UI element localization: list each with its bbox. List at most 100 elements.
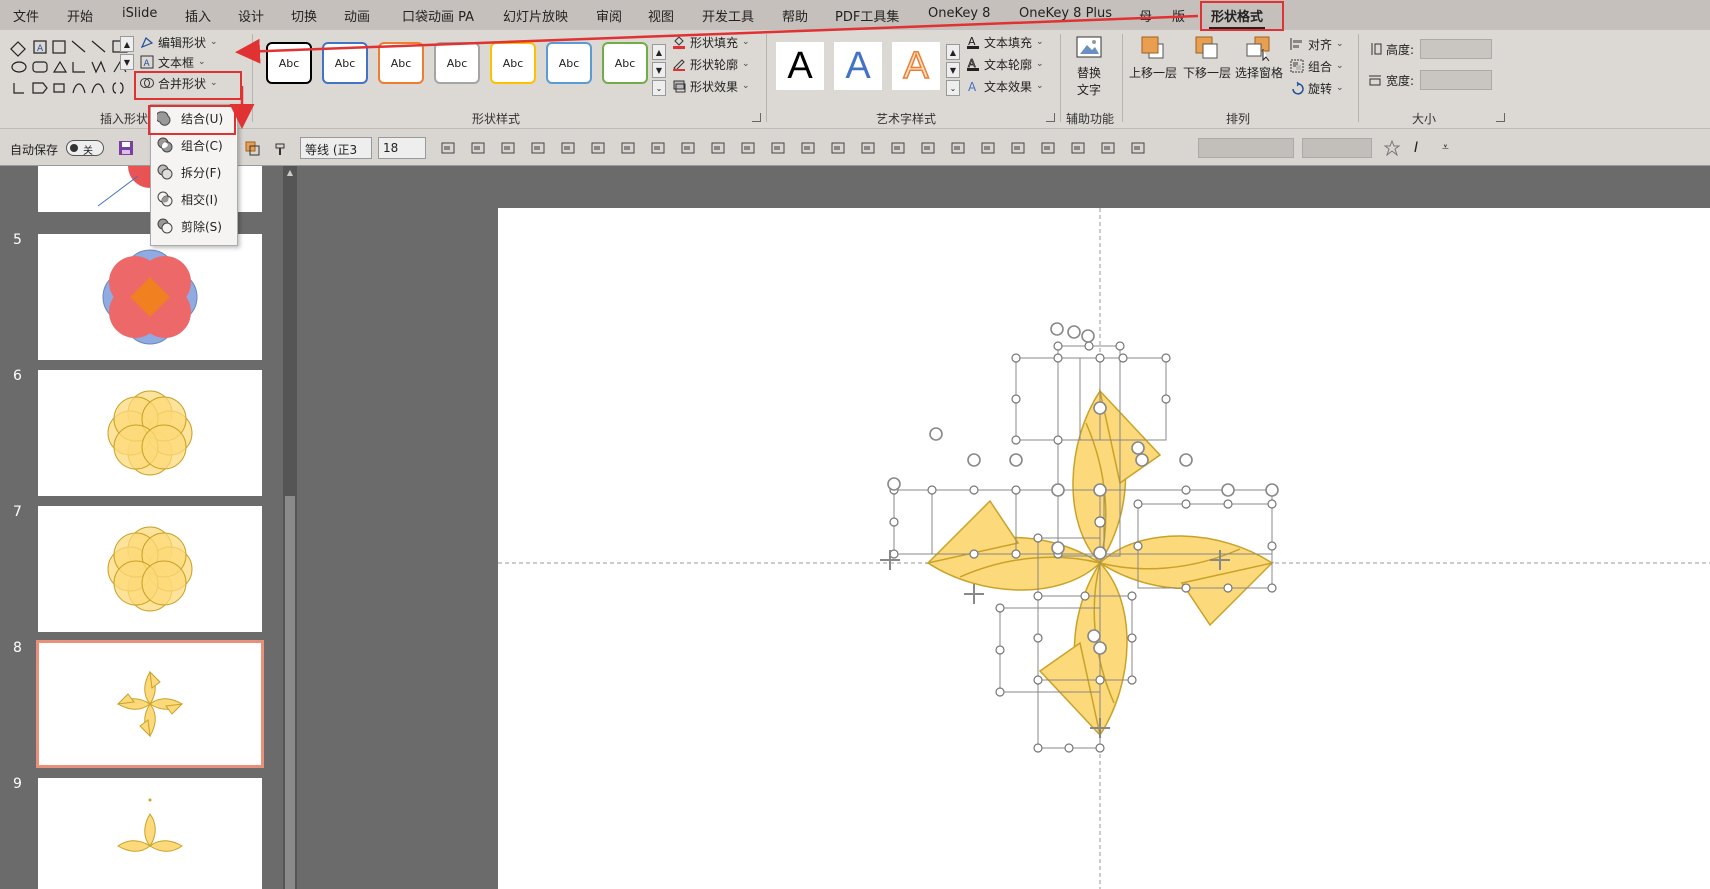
shape-style-swatch[interactable]: Abc — [434, 42, 480, 84]
menu-pocket-animation[interactable]: 口袋动画 PA — [402, 6, 474, 25]
wordart-scroll-down[interactable]: ▼ — [946, 62, 960, 78]
current-slide[interactable] — [498, 208, 1710, 889]
text-effects-button[interactable]: A 文本效果 ⌄ — [966, 76, 1044, 96]
slide-thumbnail-7[interactable] — [38, 506, 262, 632]
menu-shape-format[interactable]: 形状格式 — [1208, 6, 1266, 30]
scrollbar-thumb[interactable] — [285, 496, 295, 889]
character-spacing-icon[interactable] — [1040, 140, 1056, 156]
pen-outline-icon[interactable] — [950, 140, 966, 156]
shape-effects-button[interactable]: 形状效果 ⌄ — [672, 76, 750, 96]
format-painter-icon[interactable] — [274, 140, 290, 156]
distribute-vertical-icon[interactable] — [740, 140, 756, 156]
shape-style-swatch[interactable]: Abc — [490, 42, 536, 84]
shape-style-swatch[interactable]: Abc — [378, 42, 424, 84]
slide-thumbnail-8[interactable] — [36, 640, 264, 768]
slide-thumbnail-6[interactable] — [38, 370, 262, 496]
wordart-dialog-launcher[interactable] — [1046, 113, 1055, 122]
menu-mother[interactable]: 母 — [1139, 6, 1152, 25]
menu-developer[interactable]: 开发工具 — [702, 6, 754, 25]
text-fill-button[interactable]: A 文本填充 ⌄ — [966, 32, 1044, 52]
line-spacing-icon[interactable] — [1010, 140, 1026, 156]
edit-shape-button[interactable]: 编辑形状 ⌄ — [140, 32, 218, 52]
merge-intersect-item[interactable]: 相交(I) — [157, 188, 218, 210]
text-box-icon[interactable] — [980, 140, 996, 156]
text-box-button[interactable]: A 文本框 ⌄ — [140, 52, 206, 72]
shape-style-swatch[interactable]: Abc — [602, 42, 648, 84]
rotate-button[interactable]: 旋转 ⌄ — [1290, 78, 1344, 98]
height-input[interactable] — [1420, 39, 1492, 59]
menu-review[interactable]: 审阅 — [596, 6, 622, 25]
wordart-more[interactable]: ⌄ — [946, 80, 960, 96]
shape-style-swatch[interactable]: Abc — [266, 42, 312, 84]
shape-fill-button[interactable]: 形状填充 ⌄ — [672, 32, 750, 52]
qat-combo-2[interactable] — [1302, 138, 1372, 158]
wordart-scroll-up[interactable]: ▲ — [946, 44, 960, 60]
shape-style-swatch[interactable]: Abc — [322, 42, 368, 84]
menu-pdf-tools[interactable]: PDF工具集 — [835, 6, 899, 25]
wordart-style-orange[interactable]: A — [892, 42, 940, 90]
menu-onekey8-plus[interactable]: OneKey 8 Plus — [1019, 6, 1112, 21]
merge-subtract-icon[interactable] — [890, 140, 906, 156]
align-bottom-icon[interactable] — [680, 140, 696, 156]
rotate-icon[interactable] — [1100, 140, 1116, 156]
menu-onekey8[interactable]: OneKey 8 — [928, 6, 990, 21]
font-color-icon[interactable] — [440, 140, 456, 156]
alt-text-button[interactable]: 替换 文字 — [1062, 32, 1116, 98]
font-name-select[interactable]: 等线 (正3 — [300, 137, 372, 159]
star-icon[interactable] — [1383, 139, 1401, 157]
slide-thumbnail-9[interactable] — [38, 778, 262, 889]
send-backward-button[interactable]: 下移一层 — [1180, 32, 1234, 81]
italic-icon[interactable]: I — [1414, 140, 1430, 156]
size-dialog-launcher[interactable] — [1496, 113, 1505, 122]
merge-fragment-item[interactable]: 拆分(F) — [157, 161, 221, 183]
merge-combine-item[interactable]: 组合(C) — [157, 134, 223, 156]
bring-forward-button[interactable]: 上移一层 — [1126, 32, 1180, 81]
merge-combine-icon[interactable] — [800, 140, 816, 156]
merge-intersect-icon[interactable] — [860, 140, 876, 156]
menu-view[interactable]: 视图 — [648, 6, 674, 25]
shape-gallery-scroll-down[interactable]: ▼ — [120, 54, 134, 70]
shape-styles-dialog-launcher[interactable] — [752, 113, 761, 122]
menu-transitions[interactable]: 切换 — [291, 6, 317, 25]
slide-thumbnail-5[interactable] — [38, 234, 262, 360]
crop-icon[interactable] — [1070, 140, 1086, 156]
style-gallery-scroll-up[interactable]: ▲ — [652, 44, 666, 60]
autosave-toggle[interactable]: 关 — [66, 140, 104, 157]
menu-home[interactable]: 开始 — [67, 6, 93, 25]
merge-union-item[interactable]: 结合(U) — [155, 107, 223, 129]
wordart-style-black[interactable]: A — [776, 42, 824, 90]
menu-help[interactable]: 帮助 — [782, 6, 808, 25]
merge-fragment-icon[interactable] — [830, 140, 846, 156]
qat-combo-1[interactable] — [1198, 138, 1294, 158]
width-input[interactable] — [1420, 70, 1492, 90]
align-center-icon[interactable] — [560, 140, 576, 156]
arrange-icon[interactable] — [470, 140, 486, 156]
align-right-icon[interactable] — [590, 140, 606, 156]
merge-subtract-item[interactable]: 剪除(S) — [157, 215, 222, 237]
menu-islide[interactable]: iSlide — [122, 6, 157, 21]
group-button[interactable]: 组合 ⌄ — [1290, 56, 1344, 76]
menu-file[interactable]: 文件 — [13, 6, 39, 25]
bring-front-icon[interactable] — [1130, 140, 1146, 156]
style-gallery-more[interactable]: ⌄ — [652, 80, 666, 96]
align-middle-icon[interactable] — [650, 140, 666, 156]
menu-version[interactable]: 版 — [1172, 6, 1185, 25]
shape-outline-icon[interactable] — [500, 140, 516, 156]
shape-copy-icon[interactable] — [244, 140, 260, 156]
menu-slideshow[interactable]: 幻灯片放映 — [503, 6, 568, 25]
align-button[interactable]: 对齐 ⌄ — [1290, 34, 1344, 54]
menu-insert[interactable]: 插入 — [185, 6, 211, 25]
customize-qat-icon[interactable]: ⩡ — [1442, 140, 1458, 156]
shape-outline-button[interactable]: 形状轮廓 ⌄ — [672, 54, 750, 74]
merge-union-icon[interactable] — [770, 140, 786, 156]
save-icon[interactable] — [118, 140, 134, 156]
style-gallery-scroll-down[interactable]: ▼ — [652, 62, 666, 78]
font-size-select[interactable]: 18 — [378, 137, 426, 159]
shape-fill-icon[interactable] — [920, 140, 936, 156]
wordart-style-blue[interactable]: A — [834, 42, 882, 90]
align-left-icon[interactable] — [530, 140, 546, 156]
distribute-horizontal-icon[interactable] — [710, 140, 726, 156]
align-top-icon[interactable] — [620, 140, 636, 156]
thumbnail-scrollbar[interactable]: ▲ — [283, 166, 297, 889]
shape-style-swatch[interactable]: Abc — [546, 42, 592, 84]
